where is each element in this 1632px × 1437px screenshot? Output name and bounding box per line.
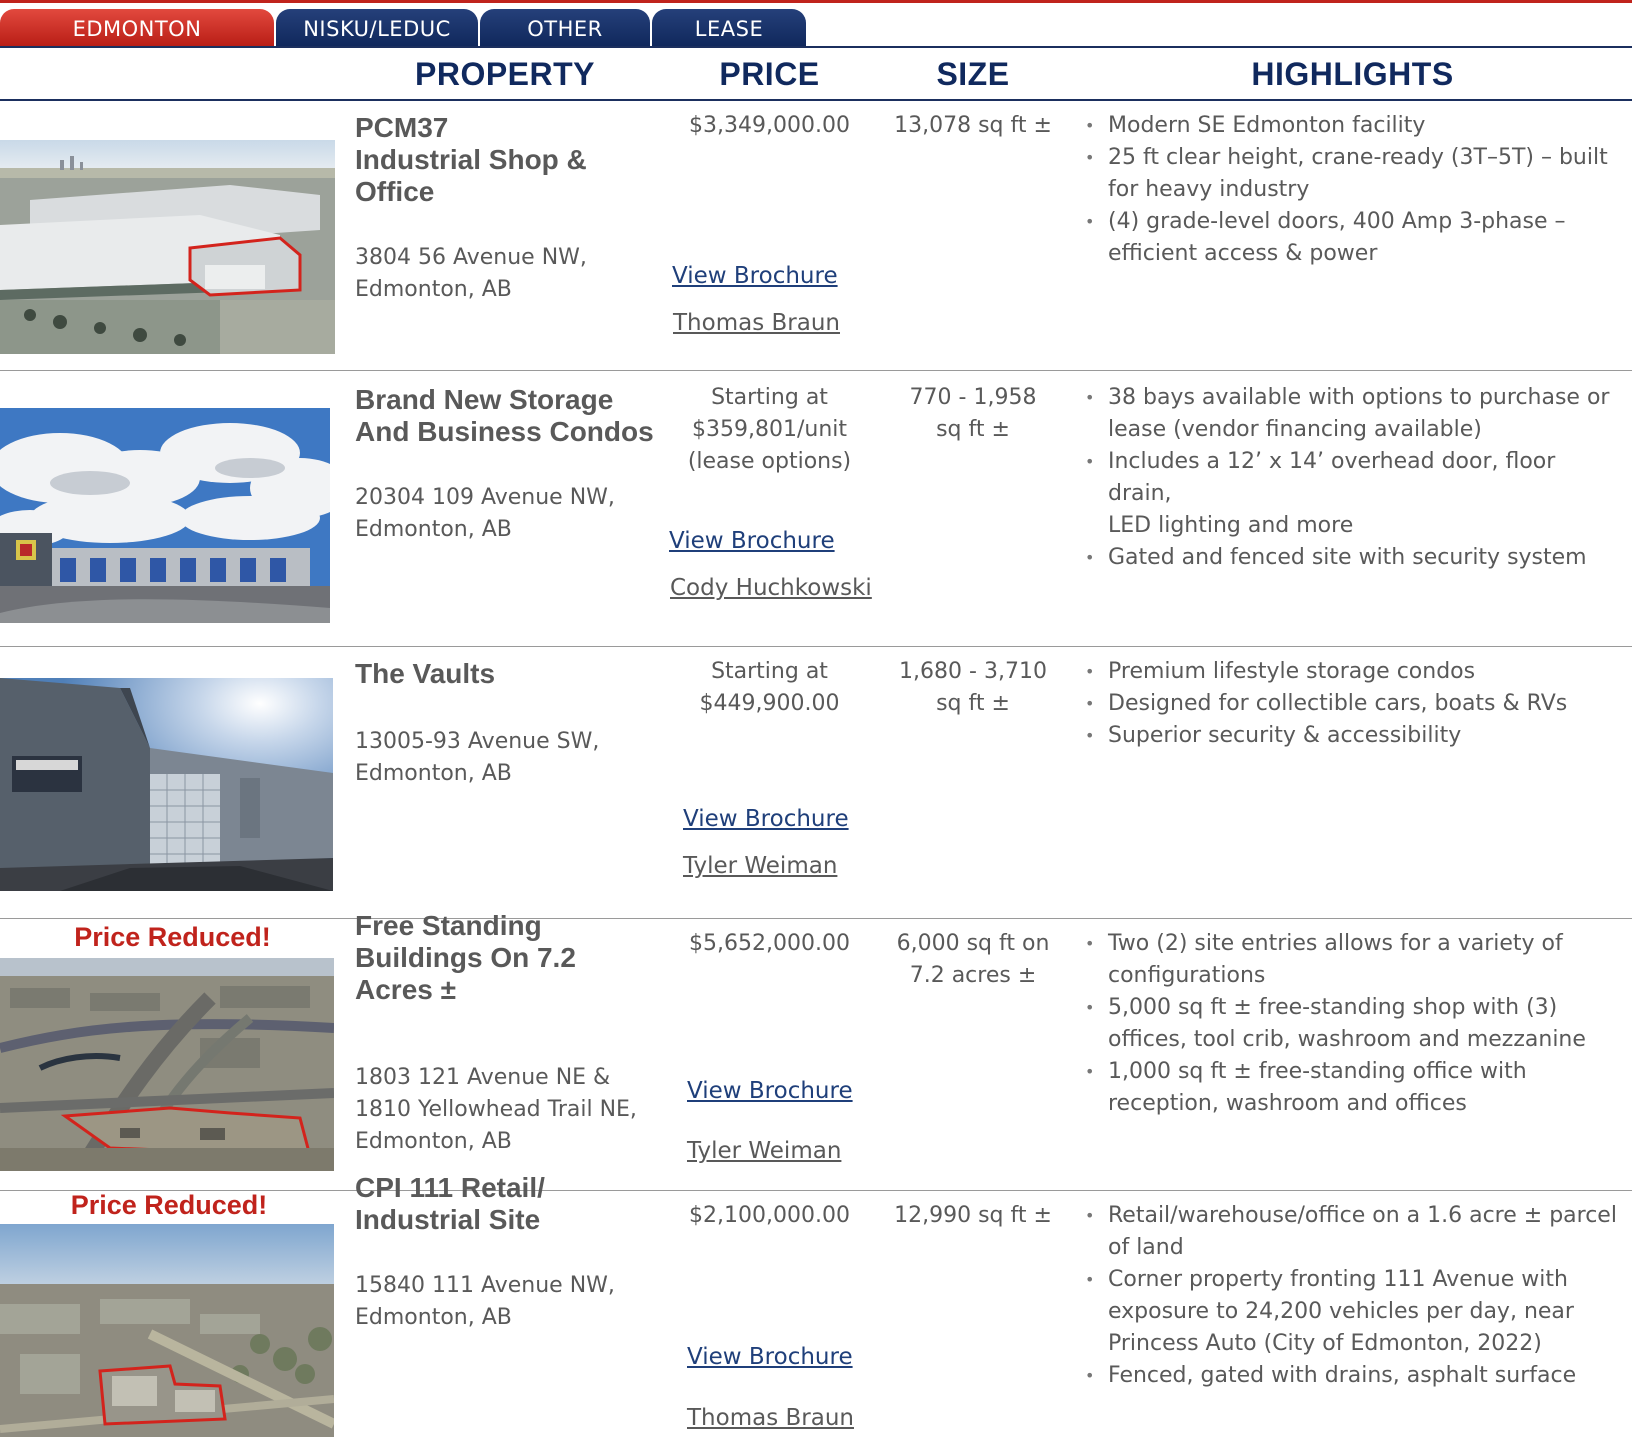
highlights-list: • Premium lifestyle storage condos • Desig… xyxy=(1080,656,1625,752)
tab-edmonton[interactable]: EDMONTON xyxy=(0,9,274,46)
highlight-item: • Superior security & accessibility xyxy=(1085,723,1462,748)
property-price: $3,349,000.00 xyxy=(689,113,850,138)
view-brochure-link[interactable]: View Brochure xyxy=(669,528,835,554)
tab-divider xyxy=(0,46,1632,48)
row-divider xyxy=(0,918,1632,919)
header-divider xyxy=(0,99,1632,101)
region-tabs: EDMONTON NISKU/LEDUC OTHER LEASE xyxy=(0,9,1632,47)
highlights-list: • Modern SE Edmonton facility • 25 ft clea… xyxy=(1080,110,1625,270)
column-header-size: SIZE xyxy=(936,56,1010,92)
property-price: Starting at $359,801/unit (lease options) xyxy=(687,385,852,474)
property-name: CPI 111 Retail/Industrial Site xyxy=(355,1172,545,1235)
property-photo-pcm37[interactable] xyxy=(0,140,335,354)
property-size: 770 - 1,958 sq ft ± xyxy=(909,385,1037,442)
property-name: The Vaults xyxy=(355,658,496,689)
agent-link[interactable]: Tyler Weiman xyxy=(687,1138,841,1164)
highlight-item: • (4) grade-level doors, 400 Amp 3-phase … xyxy=(1085,209,1566,266)
property-address: 15840 111 Avenue NW, Edmonton, AB xyxy=(355,1273,615,1330)
view-brochure-link[interactable]: View Brochure xyxy=(687,1078,853,1104)
property-price: $5,652,000.00 xyxy=(689,931,850,956)
highlight-item: • 5,000 sq ft ± free-standing shop with (… xyxy=(1085,995,1586,1052)
property-photo-the-vaults[interactable] xyxy=(0,678,333,891)
property-name: PCM37 Industrial Shop & Office xyxy=(355,112,587,207)
view-brochure-link[interactable]: View Brochure xyxy=(683,806,849,832)
property-photo-storage-condos[interactable] xyxy=(0,408,330,623)
view-brochure-link[interactable]: View Brochure xyxy=(672,263,838,289)
property-price: $2,100,000.00 xyxy=(689,1203,850,1228)
row-divider xyxy=(0,646,1632,647)
highlight-item: • Two (2) site entries allows for a varie… xyxy=(1085,931,1563,988)
tab-lease[interactable]: LEASE xyxy=(652,9,806,46)
price-reduced-badge: Price Reduced! xyxy=(70,1190,268,1220)
tab-nisku-leduc[interactable]: NISKU/LEDUC xyxy=(276,9,478,46)
agent-link[interactable]: Thomas Braun xyxy=(687,1405,854,1431)
row-divider xyxy=(0,370,1632,371)
highlight-item: • Fenced, gated with drains, asphalt surf… xyxy=(1085,1363,1577,1388)
highlight-item: • Includes a 12’ x 14’ overhead door, flo… xyxy=(1085,449,1556,538)
property-address: 13005-93 Avenue SW, Edmonton, AB xyxy=(355,729,600,786)
highlight-item: • 38 bays available with options to purch… xyxy=(1085,385,1610,442)
agent-link[interactable]: Thomas Braun xyxy=(673,310,840,336)
property-address: 1803 121 Avenue NE & 1810 Yellowhead Trai… xyxy=(355,1065,637,1154)
highlight-item: • 25 ft clear height, crane-ready (3T–5T)… xyxy=(1085,145,1608,202)
property-photo-cpi-111[interactable] xyxy=(0,1224,334,1437)
highlights-list: • 38 bays available with options to purch… xyxy=(1080,382,1625,574)
property-size: 12,990 sq ft ± xyxy=(894,1203,1052,1228)
property-size: 6,000 sq ft on 7.2 acres ± xyxy=(896,931,1050,988)
column-header-highlights: HIGHLIGHTS xyxy=(1251,56,1454,92)
price-reduced-badge: Price Reduced! xyxy=(74,922,271,952)
property-name: Brand New Storage And Business Condos xyxy=(355,384,654,447)
property-photo-free-standing[interactable] xyxy=(0,958,334,1171)
property-address: 3804 56 Avenue NW, Edmonton, AB xyxy=(355,245,587,302)
property-size: 13,078 sq ft ± xyxy=(894,113,1052,138)
agent-link[interactable]: Cody Huchkowski xyxy=(670,575,872,601)
highlight-item: • 1,000 sq ft ± free-standing office with… xyxy=(1085,1059,1527,1116)
highlight-item: • Retail/warehouse/office on a 1.6 acre ±… xyxy=(1085,1203,1617,1260)
property-name: Free Standing Buildings On 7.2 Acres ± xyxy=(355,910,576,1005)
property-size: 1,680 - 3,710 sq ft ± xyxy=(899,659,1047,716)
highlights-list: • Retail/warehouse/office on a 1.6 acre ±… xyxy=(1080,1200,1625,1392)
tab-other[interactable]: OTHER xyxy=(480,9,650,46)
highlight-item: • Designed for collectible cars, boats & … xyxy=(1085,691,1568,716)
highlights-list: • Two (2) site entries allows for a varie… xyxy=(1080,928,1625,1120)
column-header-price: PRICE xyxy=(719,56,820,92)
view-brochure-link[interactable]: View Brochure xyxy=(687,1344,853,1370)
property-price: Starting at $449,900.00 xyxy=(699,659,840,716)
highlight-item: • Premium lifestyle storage condos xyxy=(1085,659,1476,684)
property-address: 20304 109 Avenue NW, Edmonton, AB xyxy=(355,485,615,542)
highlight-item: • Modern SE Edmonton facility xyxy=(1085,113,1426,138)
column-header-property: PROPERTY xyxy=(414,56,596,92)
highlight-item: • Gated and fenced site with security sys… xyxy=(1085,545,1587,570)
top-accent-line xyxy=(0,0,1632,3)
agent-link[interactable]: Tyler Weiman xyxy=(683,853,837,879)
highlight-item: • Corner property fronting 111 Avenue wit… xyxy=(1085,1267,1574,1356)
